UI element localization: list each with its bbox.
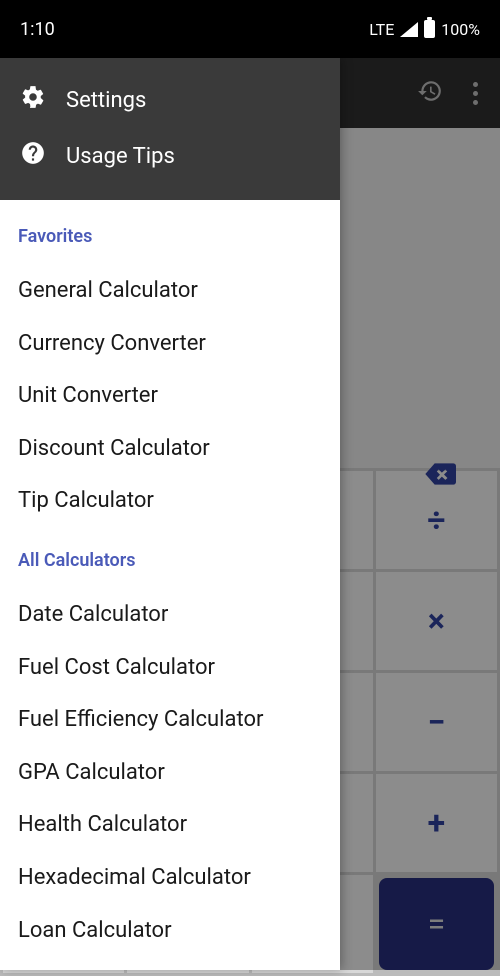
drawer-item[interactable]: Discount Calculator (18, 423, 322, 476)
network-label: LTE (369, 20, 394, 39)
favorites-header: Favorites (18, 226, 322, 247)
drawer-item[interactable]: GPA Calculator (18, 747, 322, 800)
drawer-item[interactable]: General Calculator (18, 265, 322, 318)
status-right: LTE 100% (369, 20, 480, 39)
navigation-drawer: Settings Usage Tips Favorites General Ca… (0, 58, 340, 970)
drawer-item[interactable]: Fuel Efficiency Calculator (18, 694, 322, 747)
status-time: 1:10 (20, 19, 55, 40)
drawer-item[interactable]: Hexadecimal Calculator (18, 852, 322, 905)
drawer-item[interactable]: Fuel Cost Calculator (18, 642, 322, 695)
drawer-item[interactable]: Currency Converter (18, 318, 322, 371)
drawer-body[interactable]: Favorites General Calculator Currency Co… (0, 200, 340, 970)
signal-icon (400, 22, 418, 37)
help-icon (20, 140, 46, 172)
drawer-item[interactable]: Unit Converter (18, 370, 322, 423)
battery-percent: 100% (441, 20, 480, 39)
all-calculators-header: All Calculators (18, 550, 322, 571)
drawer-item[interactable]: Date Calculator (18, 589, 322, 642)
settings-label: Settings (66, 88, 146, 113)
drawer-item[interactable]: Health Calculator (18, 799, 322, 852)
drawer-header: Settings Usage Tips (0, 58, 340, 200)
status-bar: 1:10 LTE 100% (0, 0, 500, 58)
battery-icon (424, 20, 435, 38)
drawer-item[interactable]: Tip Calculator (18, 475, 322, 528)
usage-tips-item[interactable]: Usage Tips (20, 128, 320, 184)
usage-tips-label: Usage Tips (66, 144, 175, 169)
settings-item[interactable]: Settings (20, 72, 320, 128)
drawer-item[interactable]: Ovulation Calculator (18, 957, 322, 970)
gear-icon (20, 84, 46, 116)
drawer-item[interactable]: Loan Calculator (18, 905, 322, 958)
